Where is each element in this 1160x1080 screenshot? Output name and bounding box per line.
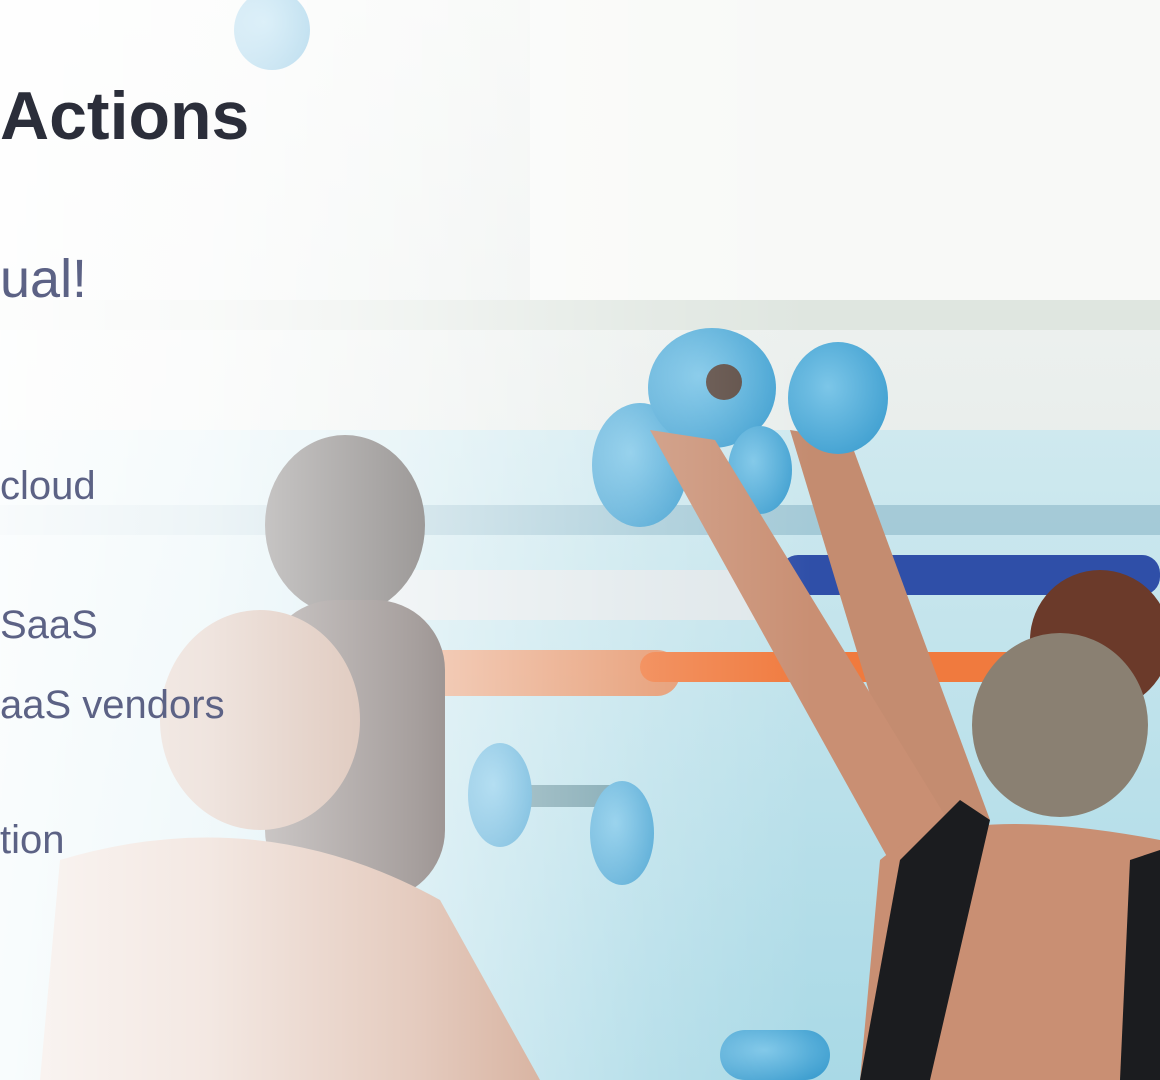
bullet-item: cloud — [0, 464, 96, 508]
bullet-item: tion — [0, 818, 65, 862]
text-fade-overlay — [0, 0, 1160, 1080]
bullet-item: aaS vendors — [0, 683, 225, 727]
slide-title: Actions — [0, 78, 250, 154]
slide: Actions ual! cloud SaaS aaS vendors tion — [0, 0, 1160, 1080]
bullet-item: SaaS — [0, 603, 98, 647]
slide-subtitle: ual! — [0, 249, 88, 309]
